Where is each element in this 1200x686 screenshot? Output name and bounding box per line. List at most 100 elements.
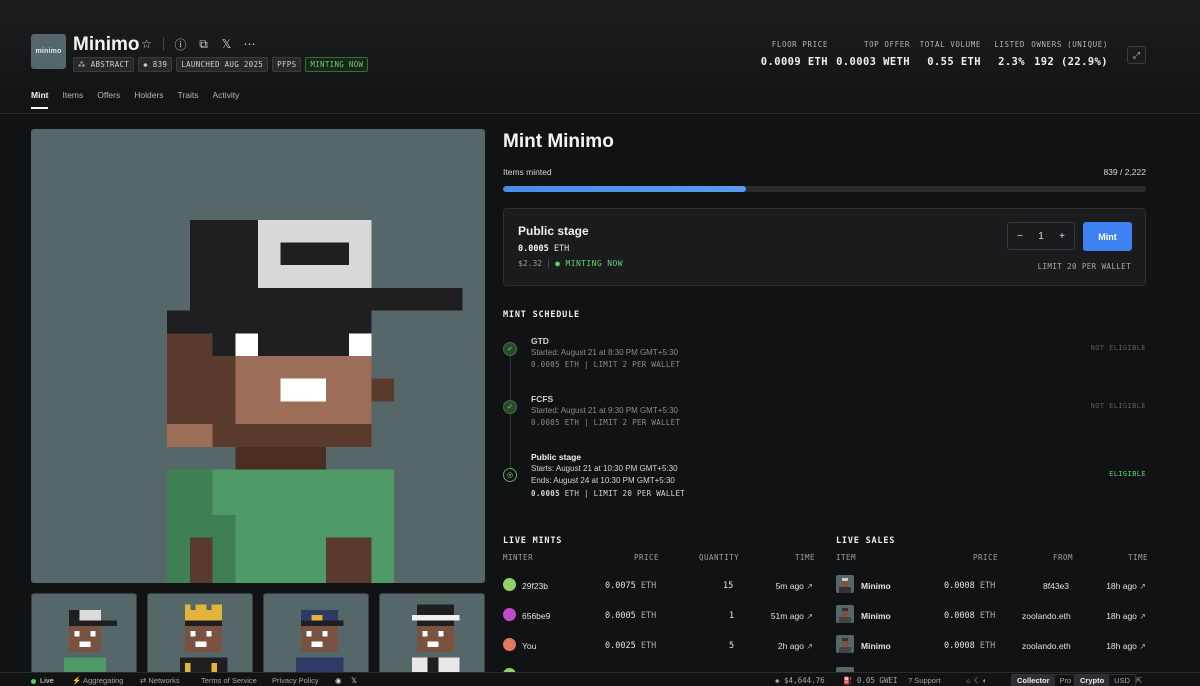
chain-badge[interactable]: ⁂ ABSTRACT <box>73 57 135 72</box>
avatar <box>503 638 516 651</box>
tab-activity[interactable]: Activity <box>212 90 239 109</box>
stat-owners: OWNERS (UNIQUE) 192 (22.9%) <box>1031 40 1108 68</box>
mint-progress-bar <box>503 186 1146 192</box>
col-price: PRICE <box>634 553 660 562</box>
col-from: FROM <box>1053 553 1074 562</box>
col-minter: MINTER <box>503 553 534 562</box>
live-mints-heading: LIVE MINTS <box>503 536 563 546</box>
wallet-limit: LIMIT 20 PER WALLET <box>1037 262 1131 271</box>
thumbnail[interactable] <box>31 593 137 683</box>
collection-tabs: Mint Items Offers Holders Traits Activit… <box>31 90 253 109</box>
eligibility-status: NOT ELIGIBLE <box>1090 344 1146 352</box>
external-link-icon: ↗ <box>806 582 813 591</box>
table-row[interactable]: Minimo 0.0008 ETH 8f43e3 18h ago ↗ <box>836 575 1146 596</box>
privacy-link[interactable]: Privacy Policy <box>272 676 319 685</box>
external-link-icon: ↗ <box>1139 612 1146 621</box>
decrement-button[interactable]: − <box>1017 231 1023 242</box>
minting-status: ● MINTING NOW <box>555 259 623 268</box>
minting-now-badge: MINTING NOW <box>305 57 369 72</box>
collection-logo: minimo <box>31 34 66 69</box>
external-link-icon: ↗ <box>1139 642 1146 651</box>
public-stage-card: Public stage 0.0005 ETH $2.32 ● MINTING … <box>503 208 1146 286</box>
header-actions: ☆ ⓘ ⧉ 𝕏 ⋯ <box>140 37 256 52</box>
launched-badge: LAUNCHED AUG 2025 <box>176 57 269 72</box>
stage-price: 0.0005 ETH <box>518 244 570 254</box>
external-link-icon: ↗ <box>1139 582 1146 591</box>
supply-badge: ◆ 839 <box>138 57 173 72</box>
mint-title: Mint Minimo <box>503 131 614 152</box>
col-price: PRICE <box>973 553 999 562</box>
collection-badges: ⁂ ABSTRACT ◆ 839 LAUNCHED AUG 2025 PFPS … <box>73 57 369 72</box>
x-social-icon[interactable]: 𝕏 <box>220 37 233 51</box>
eligibility-status: NOT ELIGIBLE <box>1090 402 1146 410</box>
quantity-value[interactable]: 1 <box>1038 231 1044 242</box>
increment-button[interactable]: + <box>1059 231 1065 242</box>
more-icon[interactable]: ⋯ <box>243 37 256 51</box>
info-icon[interactable]: ⓘ <box>174 38 187 52</box>
preview-thumbnails <box>31 593 485 683</box>
copy-icon[interactable]: ⧉ <box>197 37 210 51</box>
category-badge[interactable]: PFPS <box>272 57 302 72</box>
external-link-icon: ↗ <box>806 642 813 651</box>
networks-link[interactable]: ⇄ Networks <box>140 676 180 685</box>
discord-icon[interactable]: ◉ <box>335 676 342 685</box>
active-stage-icon: ◎ <box>503 468 517 482</box>
avatar <box>503 578 516 591</box>
fullscreen-icon[interactable]: ⇱ <box>1136 676 1142 685</box>
currency-toggle[interactable]: Crypto USD <box>1074 674 1137 686</box>
stage-usd: $2.32 ● MINTING NOW <box>518 259 623 268</box>
divider <box>163 37 164 51</box>
live-sales-heading: LIVE SALES <box>836 536 896 546</box>
table-row[interactable]: 29f23b 0.0075 ETH 15 5m ago ↗ <box>503 578 813 596</box>
collection-preview-image <box>31 129 485 583</box>
expand-icon[interactable]: ⤢ <box>1127 46 1146 64</box>
pixel-avatar <box>167 219 463 583</box>
col-quantity: QUANTITY <box>699 553 740 562</box>
thumbnail[interactable] <box>147 593 253 683</box>
status-footer: Live ⚡ Aggregating ⇄ Networks Terms of S… <box>0 672 1200 686</box>
items-minted-label: Items minted <box>503 167 552 177</box>
collection-header: minimo Minimo ☆ ⓘ ⧉ 𝕏 ⋯ ⁂ ABSTRACT ◆ 839… <box>0 0 1200 114</box>
table-row[interactable]: Minimo 0.0008 ETH zoolando.eth 18h ago ↗ <box>836 635 1146 656</box>
check-icon: ✓ <box>503 400 517 414</box>
avatar <box>503 608 516 621</box>
thumbnail[interactable] <box>379 593 485 683</box>
eligibility-status: ELIGIBLE <box>1109 470 1146 478</box>
tab-traits[interactable]: Traits <box>178 90 199 109</box>
mint-progress-fill <box>503 186 746 192</box>
mint-button[interactable]: Mint <box>1083 222 1132 251</box>
terms-link[interactable]: Terms of Service <box>201 676 257 685</box>
stat-listed: LISTED 2.3% <box>994 40 1025 68</box>
tab-items[interactable]: Items <box>62 90 83 109</box>
table-row[interactable]: Minimo 0.0008 ETH zoolando.eth 18h ago ↗ <box>836 605 1146 626</box>
gas-price: ⛽ 0.05 GWEI <box>843 676 898 685</box>
stat-floor-price: FLOOR PRICE 0.0009 ETH <box>760 40 828 68</box>
theme-icons[interactable]: ☼ ☾ ◐ <box>965 676 987 685</box>
item-thumbnail <box>836 635 854 653</box>
stat-top-offer: TOP OFFER 0.0003 WETH <box>836 40 910 68</box>
aggregating-link[interactable]: ⚡ Aggregating <box>72 676 123 685</box>
live-indicator[interactable]: Live <box>31 676 54 685</box>
x-social-icon[interactable]: 𝕏 <box>351 676 357 685</box>
tab-holders[interactable]: Holders <box>134 90 163 109</box>
stage-name: Public stage <box>518 224 589 238</box>
thumbnail[interactable] <box>263 593 369 683</box>
help-icon: ? <box>908 676 913 685</box>
check-icon: ✓ <box>503 342 517 356</box>
table-row[interactable]: 656be9 0.0005 ETH 1 51m ago ↗ <box>503 608 813 626</box>
tab-offers[interactable]: Offers <box>97 90 120 109</box>
stat-total-volume: TOTAL VOLUME 0.55 ETH <box>919 40 981 68</box>
eth-price: ◆ $4,644.76 <box>775 676 825 685</box>
col-item: ITEM <box>836 553 857 562</box>
collection-name: Minimo <box>73 34 140 55</box>
star-icon[interactable]: ☆ <box>140 37 153 51</box>
table-row[interactable]: You 0.0025 ETH 5 2h ago ↗ <box>503 638 813 656</box>
col-time: TIME <box>795 553 816 562</box>
mode-toggle[interactable]: Collector Pro <box>1011 674 1078 686</box>
items-minted-value: 839 / 2,222 <box>1103 167 1146 177</box>
support-link[interactable]: ? Support <box>908 676 941 685</box>
item-thumbnail <box>836 575 854 593</box>
col-time: TIME <box>1128 553 1149 562</box>
mint-schedule-heading: MINT SCHEDULE <box>503 310 580 320</box>
tab-mint[interactable]: Mint <box>31 90 49 109</box>
